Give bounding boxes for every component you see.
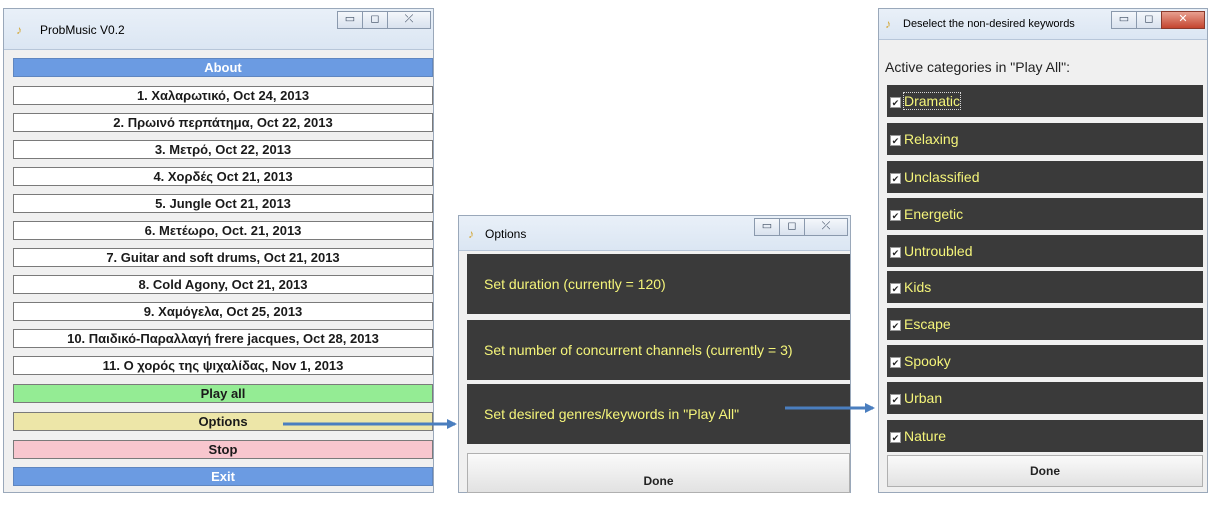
main-window-title: ProbMusic V0.2 <box>40 23 125 37</box>
keyword-label: Spooky <box>904 353 951 369</box>
checkbox-checked-icon[interactable]: ✔ <box>890 356 901 368</box>
music-note-icon: ♪ <box>885 17 891 31</box>
checkbox-checked-icon[interactable]: ✔ <box>890 209 901 221</box>
set-channels-button[interactable]: Set number of concurrent channels (curre… <box>467 320 850 380</box>
minimize-button[interactable]: ▭ <box>1111 11 1137 29</box>
options-button[interactable]: Options <box>13 412 433 431</box>
song-button-11[interactable]: 11. Ο χορός της ψιχαλίδας, Nov 1, 2013 <box>13 356 433 375</box>
music-note-icon: ♪ <box>16 23 22 37</box>
main-window: ♪ ProbMusic V0.2 ▭ ◻ ⤫ About 1. Χαλαρωτι… <box>3 8 434 493</box>
exit-button[interactable]: Exit <box>13 467 433 486</box>
music-note-icon: ♪ <box>468 227 474 241</box>
close-button[interactable]: ⤫ <box>387 11 431 29</box>
keyword-label: Unclassified <box>904 169 980 185</box>
keyword-label: Untroubled <box>904 243 973 259</box>
set-duration-button[interactable]: Set duration (currently = 120) <box>467 254 850 314</box>
song-button-10[interactable]: 10. Παιδικό-Παραλλαγή frere jacques, Oct… <box>13 329 433 348</box>
checkbox-checked-icon[interactable]: ✔ <box>890 319 901 331</box>
checkbox-checked-icon[interactable]: ✔ <box>890 172 901 184</box>
minimize-button[interactable]: ▭ <box>754 218 780 236</box>
keywords-window: ♪ Deselect the non-desired keywords ▭ ◻ … <box>878 8 1208 493</box>
options-title-bar: ♪ Options ▭ ◻ ⤫ <box>459 216 850 251</box>
set-genres-button[interactable]: Set desired genres/keywords in "Play All… <box>467 384 850 444</box>
keywords-window-title: Deselect the non-desired keywords <box>903 18 1075 30</box>
options-window-title: Options <box>485 227 527 241</box>
song-button-7[interactable]: 7. Guitar and soft drums, Oct 21, 2013 <box>13 248 433 267</box>
keyword-label: Kids <box>904 279 932 295</box>
keywords-heading: Active categories in "Play All": <box>885 59 1071 75</box>
song-button-1[interactable]: 1. Χαλαρωτικό, Oct 24, 2013 <box>13 86 433 105</box>
minimize-button[interactable]: ▭ <box>337 11 363 29</box>
options-done-button[interactable]: Done <box>467 453 850 493</box>
keyword-row-dramatic[interactable]: ✔ Dramatic <box>887 85 1203 117</box>
keyword-row-nature[interactable]: ✔ Nature <box>887 420 1203 452</box>
keyword-row-kids[interactable]: ✔ Kids <box>887 271 1203 303</box>
keywords-title-bar: ♪ Deselect the non-desired keywords ▭ ◻ … <box>879 9 1207 40</box>
close-button[interactable]: ⤫ <box>804 218 848 236</box>
song-button-8[interactable]: 8. Cold Agony, Oct 21, 2013 <box>13 275 433 294</box>
maximize-button[interactable]: ◻ <box>1136 11 1162 29</box>
checkbox-checked-icon[interactable]: ✔ <box>890 134 901 146</box>
checkbox-checked-icon[interactable]: ✔ <box>890 246 901 258</box>
stop-button[interactable]: Stop <box>13 440 433 459</box>
keyword-row-relaxing[interactable]: ✔ Relaxing <box>887 123 1203 155</box>
keyword-label: Escape <box>904 316 951 332</box>
keyword-label: Urban <box>904 390 943 406</box>
close-button[interactable]: ✕ <box>1161 11 1205 29</box>
keyword-label: Energetic <box>904 206 964 222</box>
checkbox-checked-icon[interactable]: ✔ <box>890 282 901 294</box>
keyword-row-urban[interactable]: ✔ Urban <box>887 382 1203 414</box>
song-button-5[interactable]: 5. Jungle Oct 21, 2013 <box>13 194 433 213</box>
keyword-label: Nature <box>904 428 947 444</box>
keyword-row-spooky[interactable]: ✔ Spooky <box>887 345 1203 377</box>
keyword-row-energetic[interactable]: ✔ Energetic <box>887 198 1203 230</box>
song-button-9[interactable]: 9. Χαμόγελα, Oct 25, 2013 <box>13 302 433 321</box>
checkbox-checked-icon[interactable]: ✔ <box>890 393 901 405</box>
song-button-3[interactable]: 3. Μετρό, Oct 22, 2013 <box>13 140 433 159</box>
options-window: ♪ Options ▭ ◻ ⤫ Set duration (currently … <box>458 215 851 493</box>
song-button-4[interactable]: 4. Χορδές Oct 21, 2013 <box>13 167 433 186</box>
keywords-done-button[interactable]: Done <box>887 455 1203 487</box>
keyword-row-unclassified[interactable]: ✔ Unclassified <box>887 161 1203 193</box>
maximize-button[interactable]: ◻ <box>362 11 388 29</box>
keyword-row-escape[interactable]: ✔ Escape <box>887 308 1203 340</box>
main-title-bar: ♪ ProbMusic V0.2 ▭ ◻ ⤫ <box>4 9 433 50</box>
about-button[interactable]: About <box>13 58 433 77</box>
play-all-button[interactable]: Play all <box>13 384 433 403</box>
checkbox-checked-icon[interactable]: ✔ <box>890 96 901 108</box>
keyword-label: Dramatic <box>902 92 962 110</box>
keyword-row-untroubled[interactable]: ✔ Untroubled <box>887 235 1203 267</box>
song-button-6[interactable]: 6. Μετέωρο, Oct. 21, 2013 <box>13 221 433 240</box>
checkbox-checked-icon[interactable]: ✔ <box>890 431 901 443</box>
maximize-button[interactable]: ◻ <box>779 218 805 236</box>
keyword-label: Relaxing <box>904 131 959 147</box>
song-button-2[interactable]: 2. Πρωινό περπάτημα, Oct 22, 2013 <box>13 113 433 132</box>
